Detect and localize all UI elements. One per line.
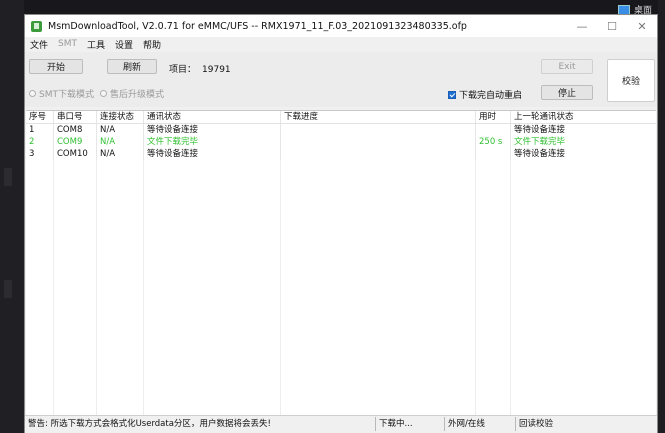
- desktop-icon-stub: [4, 168, 12, 186]
- maximize-button[interactable]: ☐: [597, 15, 627, 37]
- menu-smt[interactable]: SMT: [53, 39, 82, 49]
- cell-last-status: 等待设备连接: [514, 125, 566, 135]
- table-row[interactable]: 2 COM9 N/A 文件下载完毕 250 s 文件下载完毕: [26, 136, 656, 148]
- desktop-top-bar: [0, 0, 665, 14]
- header-comm-status[interactable]: 通讯状态: [144, 111, 281, 123]
- column-divider: [96, 123, 97, 415]
- cell-connection: N/A: [97, 124, 144, 136]
- cell-connection: N/A: [97, 136, 144, 148]
- column-divider: [475, 123, 476, 415]
- cell-last-status: 等待设备连接: [514, 149, 566, 159]
- cell-last-status: 文件下载完毕: [514, 137, 566, 147]
- desktop-right-strip: [658, 0, 665, 433]
- folder-icon: [618, 4, 630, 15]
- cell-comm-status: 等待设备连接: [144, 148, 281, 160]
- minimize-button[interactable]: —: [567, 15, 597, 37]
- header-connection[interactable]: 连接状态: [97, 111, 144, 123]
- header-time[interactable]: 用时: [476, 111, 511, 123]
- project-label: 项目：: [169, 65, 197, 75]
- column-divider: [510, 123, 511, 415]
- column-divider: [280, 123, 281, 415]
- table-row[interactable]: 1 COM8 N/A 等待设备连接 等待设备连接: [26, 124, 656, 136]
- desktop-left-strip: [0, 0, 24, 433]
- header-last-status[interactable]: 上一轮通讯状态: [511, 111, 656, 123]
- column-divider: [143, 123, 144, 415]
- menu-tools[interactable]: 工具: [82, 38, 110, 51]
- table-header: 序号 串口号 连接状态 通讯状态 下载进度 用时 上一轮通讯状态: [26, 111, 656, 124]
- cell-no: 2: [26, 136, 54, 148]
- cell-progress: [281, 136, 476, 148]
- toolbar: 开始 刷新 项目： 19791 Exit 停止 校验 SMT下载模式 售后升级模式…: [25, 52, 657, 107]
- header-no[interactable]: 序号: [26, 111, 54, 123]
- exit-button[interactable]: Exit: [541, 59, 593, 74]
- menu-bar: 文件 SMT 工具 设置 帮助: [25, 37, 657, 51]
- menu-file[interactable]: 文件: [25, 38, 53, 51]
- cell-comm-status: 文件下载完毕: [144, 136, 281, 148]
- header-progress[interactable]: 下载进度: [281, 111, 476, 123]
- cell-progress: [281, 124, 476, 136]
- smt-mode-label: SMT下载模式: [39, 90, 94, 100]
- device-table: 序号 串口号 连接状态 通讯状态 下载进度 用时 上一轮通讯状态 1 COM8 …: [26, 110, 656, 415]
- radio-icon: [29, 90, 36, 97]
- cell-time: 250 s: [476, 136, 511, 148]
- desktop-icon-stub: [4, 280, 12, 298]
- checkbox-checked-icon: [448, 90, 456, 99]
- cell-no: 1: [26, 124, 54, 136]
- status-bar: 警告: 所选下载方式会格式化Userdata分区，用户数据将会丢失! 下载中..…: [25, 415, 657, 433]
- menu-help[interactable]: 帮助: [138, 38, 166, 51]
- status-verify: 回读校验: [519, 419, 554, 429]
- cell-port: COM9: [54, 136, 97, 148]
- smt-mode-option[interactable]: SMT下载模式: [29, 87, 94, 100]
- stop-button[interactable]: 停止: [541, 85, 593, 100]
- aftersale-mode-option[interactable]: 售后升级模式: [100, 87, 164, 100]
- title-bar[interactable]: MsmDownloadTool, V2.0.71 for eMMC/UFS --…: [25, 15, 657, 37]
- column-divider: [53, 123, 54, 415]
- app-icon: [31, 20, 42, 32]
- aftersale-mode-label: 售后升级模式: [110, 90, 165, 100]
- radio-icon: [100, 90, 107, 97]
- cell-time: [476, 148, 511, 160]
- project-value: 19791: [202, 65, 231, 75]
- window-title: MsmDownloadTool, V2.0.71 for eMMC/UFS --…: [48, 20, 467, 32]
- verify-button[interactable]: 校验: [607, 59, 655, 102]
- start-button[interactable]: 开始: [29, 59, 83, 74]
- app-window: MsmDownloadTool, V2.0.71 for eMMC/UFS --…: [24, 14, 658, 433]
- header-port[interactable]: 串口号: [54, 111, 97, 123]
- cell-connection: N/A: [97, 148, 144, 160]
- cell-no: 3: [26, 148, 54, 160]
- cell-comm-status: 等待设备连接: [144, 124, 281, 136]
- close-button[interactable]: ✕: [627, 15, 657, 37]
- window-controls: — ☐ ✕: [567, 15, 657, 37]
- auto-restart-label: 下载完自动重启: [459, 91, 523, 101]
- cell-port: COM10: [54, 148, 97, 160]
- status-downloading: 下载中...: [379, 419, 413, 429]
- status-network: 外网/在线: [448, 419, 485, 429]
- cell-progress: [281, 148, 476, 160]
- auto-restart-option[interactable]: 下载完自动重启: [448, 88, 522, 101]
- cell-time: [476, 124, 511, 136]
- table-row[interactable]: 3 COM10 N/A 等待设备连接 等待设备连接: [26, 148, 656, 160]
- menu-settings[interactable]: 设置: [110, 38, 138, 51]
- project-info: 项目： 19791: [169, 62, 231, 75]
- refresh-button[interactable]: 刷新: [107, 59, 157, 74]
- cell-port: COM8: [54, 124, 97, 136]
- status-warning: 警告: 所选下载方式会格式化Userdata分区，用户数据将会丢失!: [28, 419, 271, 429]
